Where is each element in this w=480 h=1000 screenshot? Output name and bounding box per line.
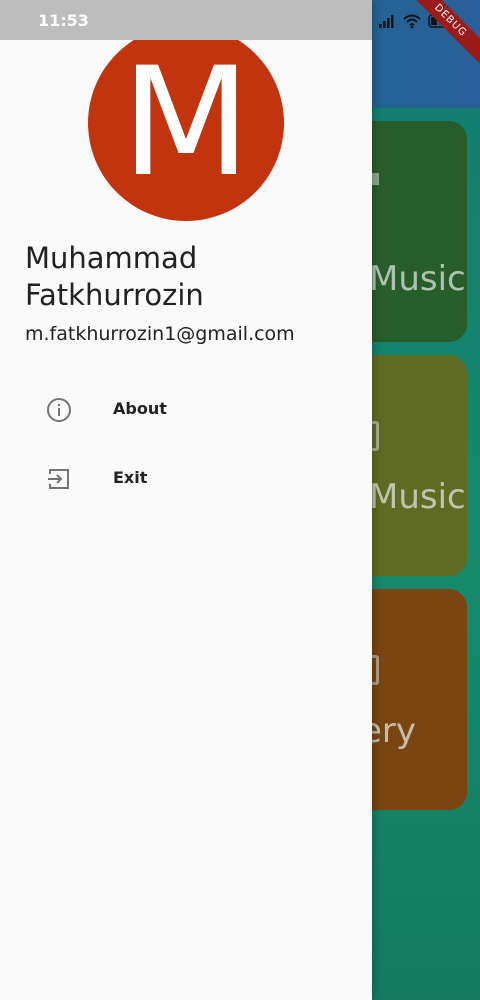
card-label: Music	[369, 259, 466, 299]
menu-item-label: About	[113, 399, 167, 418]
wifi-icon	[402, 13, 422, 29]
menu-item-label: Exit	[113, 468, 148, 487]
user-name: Muhammad Fatkhurrozin	[25, 241, 204, 312]
avatar[interactable]: M	[88, 25, 284, 221]
menu-item-about[interactable]: About	[0, 378, 372, 442]
signal-icon	[378, 13, 396, 29]
info-icon	[46, 397, 72, 423]
card-label: Music	[369, 477, 466, 517]
app-screen: Music Music ery 11:53 DEBUG M Muhammad F…	[0, 0, 480, 1000]
status-time: 11:53	[38, 11, 89, 30]
exit-icon	[46, 466, 72, 492]
avatar-letter: M	[121, 36, 251, 210]
status-bar-drawer-section: 11:53	[0, 0, 372, 40]
status-bar: 11:53	[0, 0, 480, 40]
navigation-drawer: M Muhammad Fatkhurrozin m.fatkhurrozin1@…	[0, 0, 372, 1000]
menu-item-exit[interactable]: Exit	[0, 447, 372, 511]
user-email: m.fatkhurrozin1@gmail.com	[25, 323, 295, 345]
